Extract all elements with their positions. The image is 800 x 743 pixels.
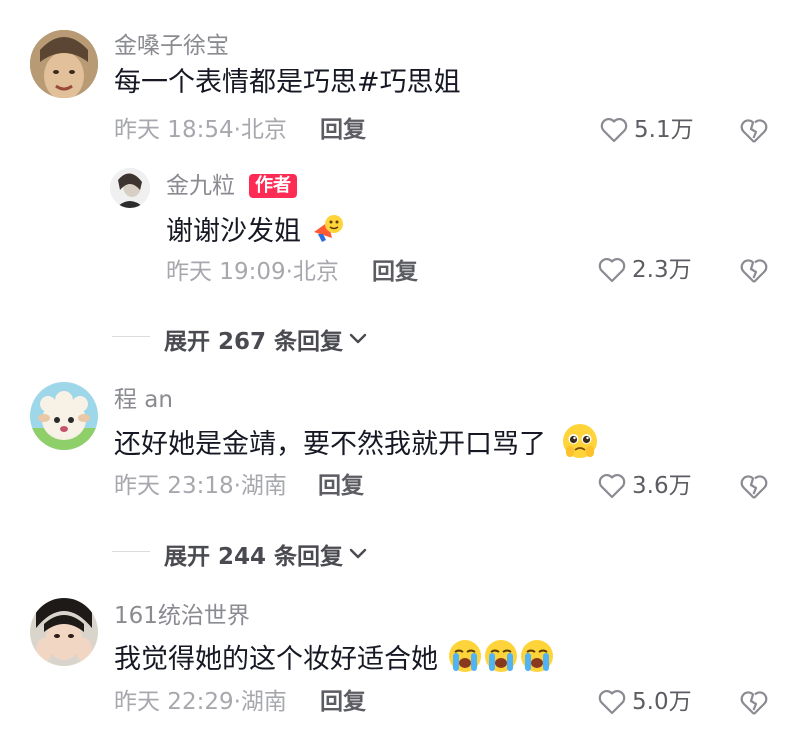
chevron-down-icon xyxy=(349,548,367,559)
comment-text: 我觉得她的这个妆好适合她 xyxy=(114,638,555,683)
reply-button[interactable]: 回复 xyxy=(372,258,418,286)
reply-button[interactable]: 回复 xyxy=(320,688,366,716)
like-button[interactable]: 2.3万 xyxy=(598,256,692,284)
comment-time-location: 昨天 22:29·湖南 xyxy=(114,689,287,715)
heart-icon xyxy=(598,258,626,283)
dislike-button[interactable] xyxy=(740,474,768,504)
broken-heart-icon xyxy=(740,259,768,283)
like-count: 3.6万 xyxy=(632,473,692,499)
expand-replies-button[interactable]: 展开 244 条回复 xyxy=(164,537,367,571)
user-avatar-icon[interactable] xyxy=(30,382,98,450)
dislike-button[interactable] xyxy=(740,690,768,720)
like-button[interactable]: 5.1万 xyxy=(600,116,694,144)
loudly-crying-face-emoji-icon xyxy=(519,638,555,683)
broken-heart-icon xyxy=(740,475,768,499)
like-count: 5.1万 xyxy=(634,117,694,143)
comment-author[interactable]: 161统治世界 xyxy=(114,602,250,630)
comment-time-location: 昨天 23:18·湖南 xyxy=(114,473,287,499)
like-button[interactable]: 3.6万 xyxy=(598,472,692,500)
loudly-crying-face-emoji-icon xyxy=(483,638,519,683)
dislike-button[interactable] xyxy=(740,258,768,288)
like-count: 2.3万 xyxy=(632,257,692,283)
heart-icon xyxy=(600,118,628,143)
dislike-button[interactable] xyxy=(740,118,768,148)
megaphone-emoji-icon xyxy=(310,210,346,255)
reply-button[interactable]: 回复 xyxy=(320,116,366,144)
heart-icon xyxy=(598,690,626,715)
chevron-down-icon xyxy=(349,333,367,344)
comment-text: 每一个表情都是巧思#巧思姐 xyxy=(114,67,461,98)
expand-replies-button[interactable]: 展开 267 条回复 xyxy=(164,322,367,356)
reply-text: 谢谢沙发姐 xyxy=(166,210,346,255)
reply-author[interactable]: 金九粒 xyxy=(166,172,235,200)
heart-icon xyxy=(598,474,626,499)
comment-author[interactable]: 金嗓子徐宝 xyxy=(114,32,229,60)
comment-text: 还好她是金靖，要不然我就开口骂了 xyxy=(114,422,599,469)
loudly-crying-face-emoji-icon xyxy=(447,638,483,683)
reply-button[interactable]: 回复 xyxy=(318,472,364,500)
broken-heart-icon xyxy=(740,119,768,143)
expand-divider xyxy=(112,336,150,337)
user-avatar-icon[interactable] xyxy=(110,168,150,208)
reply-time-location: 昨天 19:09·北京 xyxy=(166,259,339,285)
comment-time-location: 昨天 18:54·北京 xyxy=(114,117,287,143)
user-avatar-icon[interactable] xyxy=(30,30,98,98)
pleading-face-emoji-icon xyxy=(561,422,599,469)
expand-divider xyxy=(112,551,150,552)
user-avatar-icon[interactable] xyxy=(30,598,98,666)
like-count: 5.0万 xyxy=(632,689,692,715)
like-button[interactable]: 5.0万 xyxy=(598,688,692,716)
broken-heart-icon xyxy=(740,691,768,715)
author-badge: 作者 xyxy=(249,174,297,198)
comment-author[interactable]: 程 an xyxy=(114,386,173,414)
